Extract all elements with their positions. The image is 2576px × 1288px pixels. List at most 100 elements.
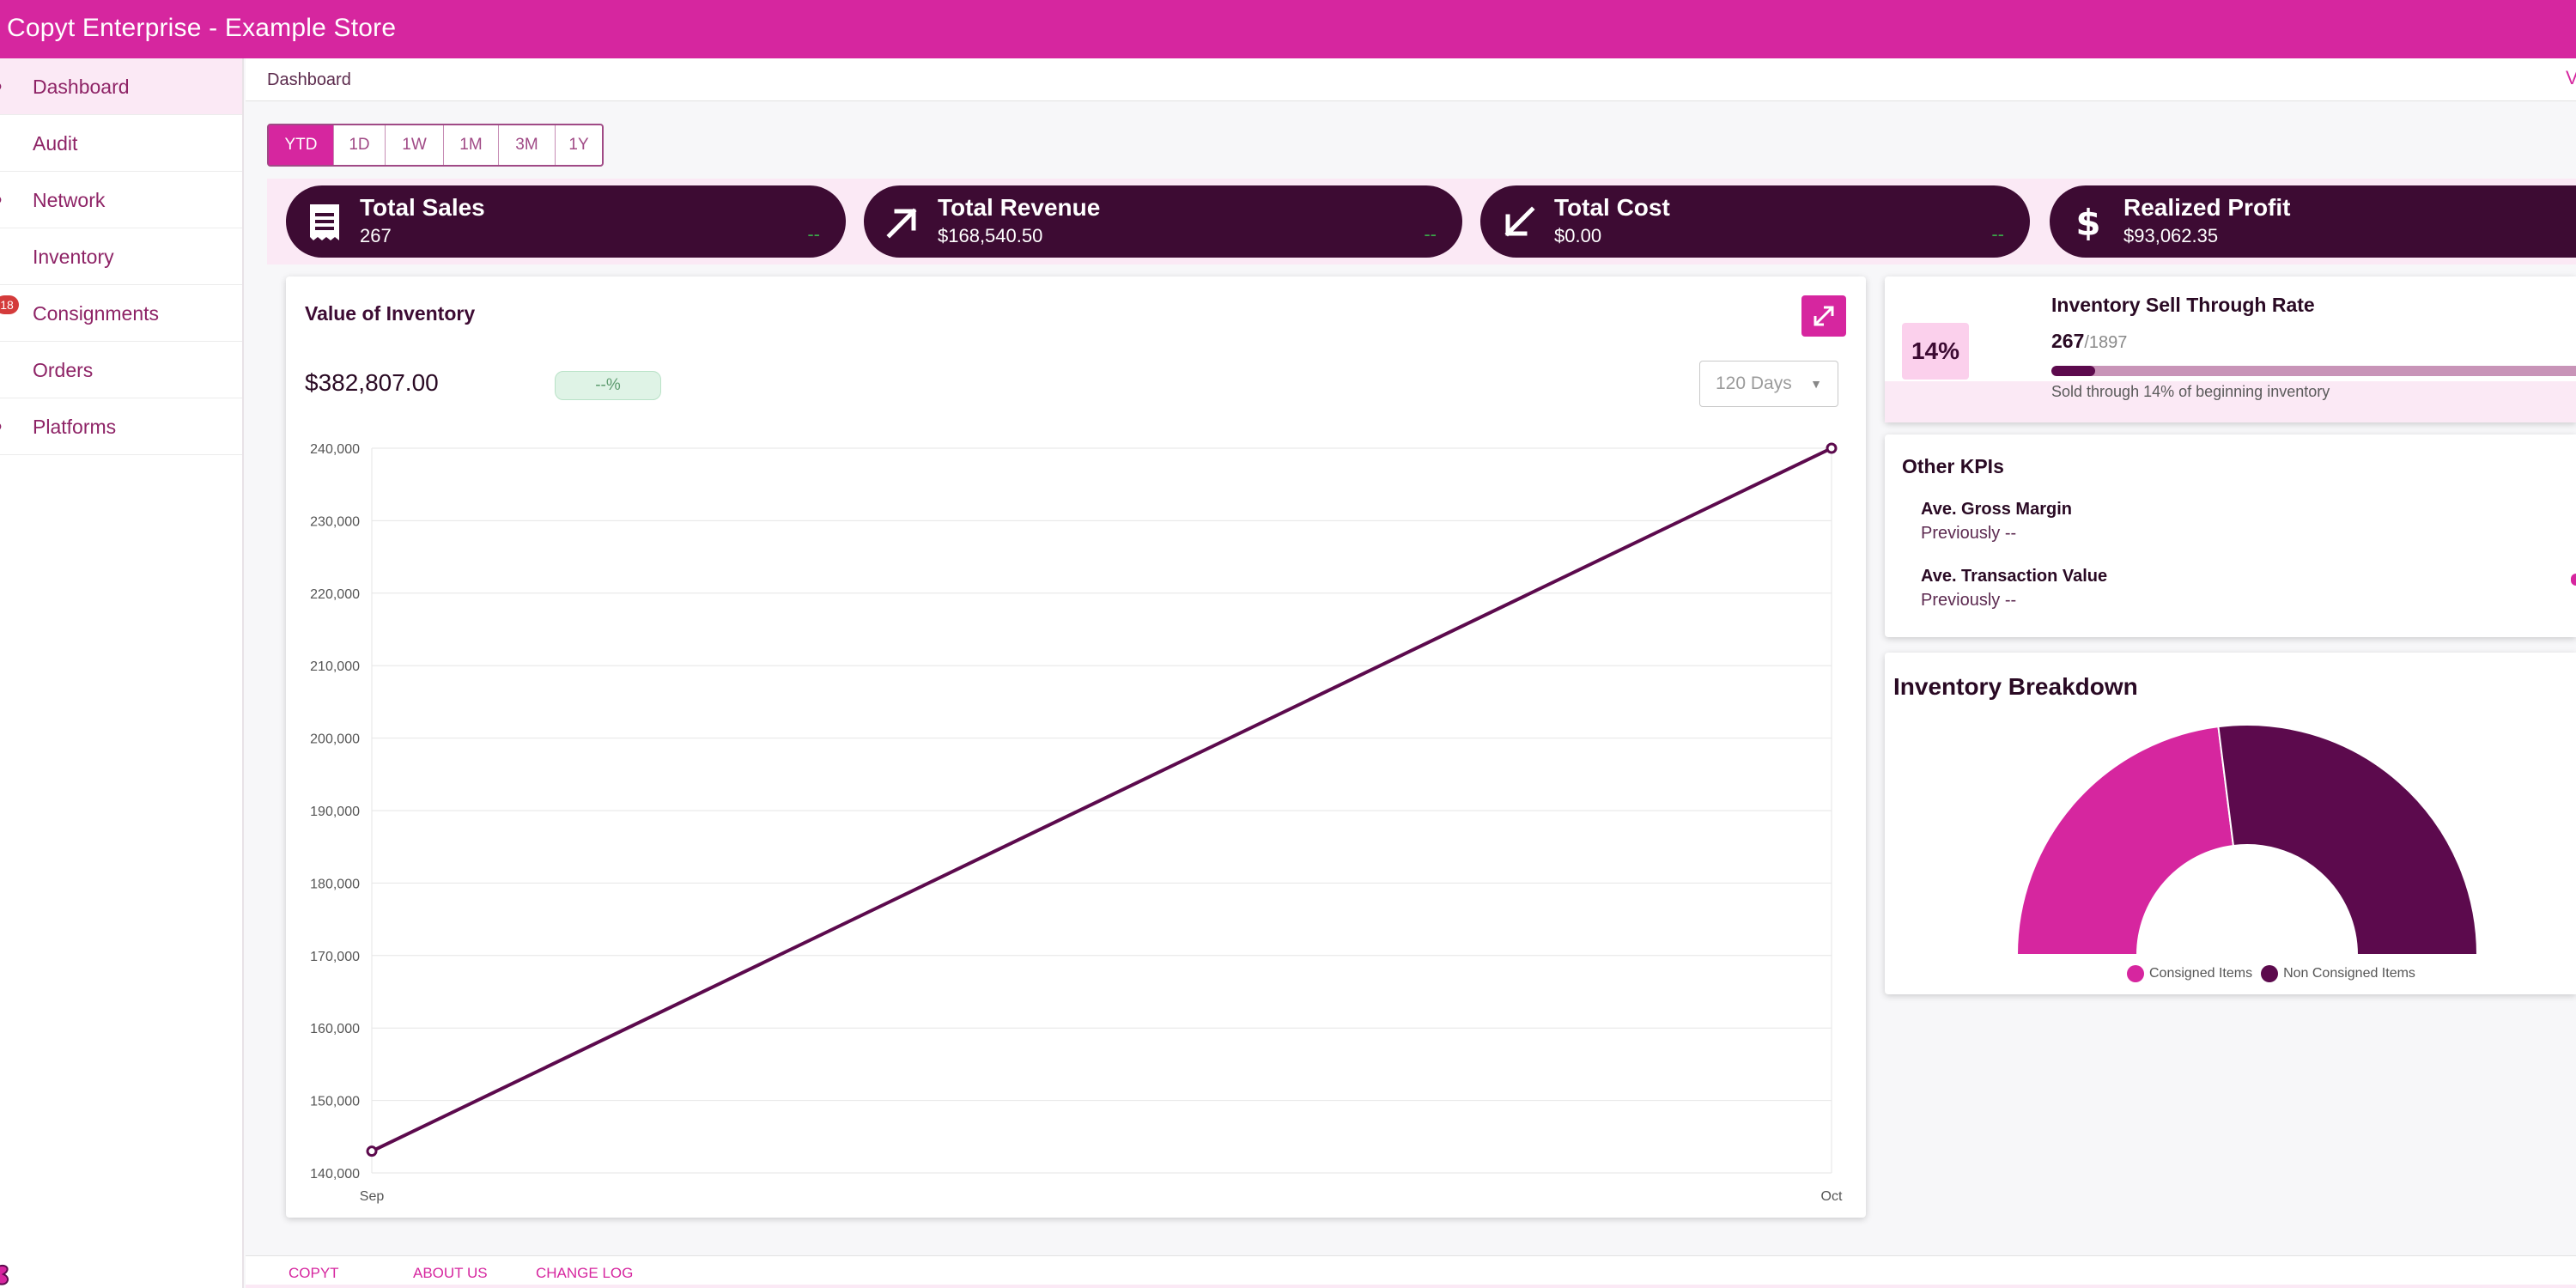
legend-item-consigned[interactable]: Consigned Items (2127, 965, 2252, 982)
dashboard-icon: ● (0, 76, 7, 96)
period-value: 120 Days (1716, 374, 1792, 393)
sell-through-card: 14% Inventory Sell Through Rate 267/1897… (1885, 276, 2576, 422)
sidebar-item-label: Platforms (33, 416, 117, 438)
kpi-value: $168,540.50 (938, 225, 1043, 246)
legend-swatch (2127, 965, 2144, 982)
kpi-label: Ave. Gross Margin (1921, 500, 2072, 519)
change-badge: --% (555, 371, 661, 400)
kpi-title: Total Sales (360, 194, 485, 221)
kpi-title: Total Cost (1554, 194, 1670, 221)
time-range-selector: YTD 1D 1W 1M 3M 1Y (267, 124, 604, 167)
period-dropdown[interactable]: 120 Days ▼ (1699, 361, 1838, 407)
footer-link-changelog[interactable]: CHANGE LOG (536, 1265, 633, 1282)
kpi-value: 267 (360, 225, 392, 246)
kpi-total-sales[interactable]: Total Sales 267 -- (286, 185, 846, 258)
sidebar-item-label: Network (33, 189, 106, 211)
breadcrumb-current: Dashboard (267, 70, 351, 89)
kpi-value: $93,062.35 (2123, 225, 2219, 246)
svg-text:$: $ (2075, 203, 2100, 242)
sidebar-item-dashboard[interactable]: ● Dashboard (0, 58, 242, 115)
sidebar-item-label: Orders (33, 359, 94, 381)
chevron-down-icon: ▼ (1810, 377, 1822, 391)
app-title: Copyt Enterprise - Example Store (7, 14, 397, 42)
breadcrumb: Dashboard V (246, 58, 2576, 101)
inventory-icon: ▌ (0, 246, 7, 266)
sidebar-item-label: Inventory (33, 246, 114, 268)
brand-logo-icon (0, 1264, 9, 1285)
orders-icon: ▌ (0, 359, 7, 380)
expand-icon (1814, 306, 1834, 326)
other-kpis-card: Other KPIs Ave. Gross Margin Previously … (1885, 434, 2576, 637)
sidebar-item-inventory[interactable]: ▌ Inventory (0, 228, 242, 285)
legend-item-non-consigned[interactable]: Non Consigned Items (2261, 965, 2415, 982)
legend-swatch (2261, 965, 2279, 982)
kpi-total-cost[interactable]: Total Cost $0.00 -- (1480, 185, 2030, 258)
card-title: Other KPIs (1902, 455, 2004, 477)
value-of-inventory-card: 140,000 150,000 160,000 170,000 180,000 190,0… (286, 276, 1866, 1218)
progress-fill (2051, 366, 2096, 376)
breadcrumb-edge-icon[interactable]: V (2566, 67, 2576, 89)
y-tick-label: 230,000 (310, 514, 360, 529)
legend-label: Consigned Items (2149, 966, 2253, 981)
inventory-value: $382,807.00 (305, 369, 439, 396)
y-tick-label: 180,000 (310, 877, 360, 891)
sidebar-item-network[interactable]: ● Network (0, 172, 242, 228)
sidebar-item-consignments[interactable]: ▌ 18 Consignments (0, 285, 242, 342)
sidebar-item-label: Audit (33, 132, 78, 155)
sell-through-percent: 14% (1902, 323, 1969, 380)
kpi-delta: -- (1424, 223, 1437, 245)
sell-through-note: Sold through 14% of beginning inventory (2051, 383, 2330, 400)
data-point (1826, 442, 1838, 454)
sold-count: 267 (2051, 330, 2085, 352)
dollar-icon: $ (2075, 203, 2100, 242)
sidebar-item-platforms[interactable]: ● Platforms (0, 398, 242, 455)
range-1w[interactable]: 1W (386, 125, 444, 165)
y-tick-label: 240,000 (310, 442, 360, 457)
value-of-inventory-chart: 140,000 150,000 160,000 170,000 180,000 190,0… (310, 442, 1843, 1204)
sell-through-count: 267/1897 (2051, 330, 2127, 353)
range-ytd[interactable]: YTD (269, 125, 334, 165)
x-tick-label: Oct (1821, 1189, 1843, 1204)
range-1d[interactable]: 1D (334, 125, 386, 165)
x-tick-label: Sep (360, 1189, 385, 1204)
sell-through-progress (2051, 366, 2576, 376)
total-count: /1897 (2084, 333, 2128, 352)
arrow-up-right-icon (886, 208, 917, 239)
donut-slice (2217, 724, 2479, 956)
notification-badge: 18 (0, 295, 19, 314)
range-1y[interactable]: 1Y (556, 125, 602, 165)
expand-button[interactable] (1801, 295, 1846, 337)
footer-link-copyt[interactable]: COPYT (289, 1265, 339, 1282)
kpi-realized-profit[interactable]: $ Realized Profit $93,062.35 (2050, 185, 2576, 258)
y-tick-label: 200,000 (310, 732, 360, 747)
footer-band (246, 1285, 2576, 1288)
network-icon: ● (0, 189, 7, 210)
kpi-label: Ave. Transaction Value (1921, 567, 2108, 586)
card-title: Value of Inventory (305, 302, 476, 325)
sidebar-item-orders[interactable]: ▌ Orders (0, 342, 242, 398)
kpi-total-revenue[interactable]: Total Revenue $168,540.50 -- (864, 185, 1462, 258)
range-1m[interactable]: 1M (444, 125, 499, 165)
kpi-delta: -- (807, 223, 820, 245)
platforms-icon: ● (0, 416, 7, 436)
data-point (366, 1145, 378, 1157)
inventory-breakdown-card: Inventory Breakdown Consigned Items Non … (1885, 653, 2576, 994)
inventory-breakdown-chart (2015, 724, 2479, 956)
indicator-icon (2571, 574, 2576, 586)
kpi-title: Realized Profit (2123, 194, 2291, 221)
kpi-previous: Previously -- (1921, 591, 2017, 610)
audit-icon: ▌ (0, 132, 7, 153)
y-tick-label: 150,000 (310, 1095, 360, 1109)
receipt-icon (310, 204, 339, 240)
kpi-value: $0.00 (1554, 225, 1602, 246)
range-3m[interactable]: 3M (499, 125, 556, 165)
y-tick-label: 160,000 (310, 1022, 360, 1036)
sidebar-item-audit[interactable]: ▌ Audit (0, 115, 242, 172)
chart-legend: Consigned Items Non Consigned Items (2127, 965, 2424, 982)
kpi-delta: -- (1991, 223, 2004, 245)
donut-slice (2015, 725, 2235, 956)
kpi-title: Total Revenue (938, 194, 1101, 221)
footer-link-about[interactable]: ABOUT US (413, 1265, 488, 1282)
y-tick-label: 190,000 (310, 805, 360, 819)
app-header: Copyt Enterprise - Example Store (0, 0, 2576, 58)
